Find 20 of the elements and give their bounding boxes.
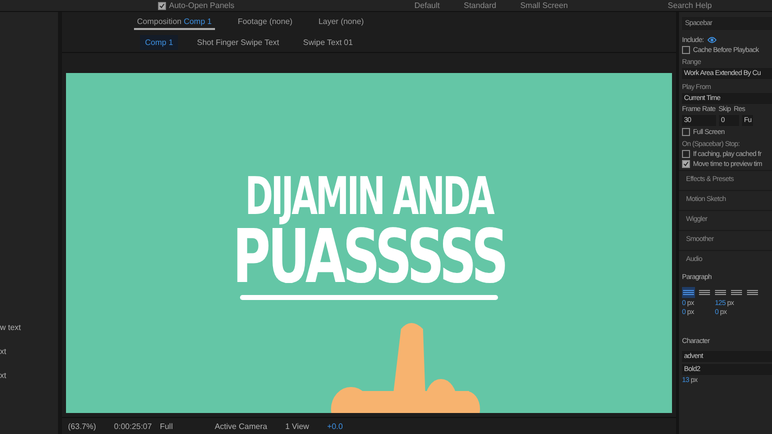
breadcrumb[interactable]: Shot Finger Swipe Text	[192, 34, 284, 50]
camera-dropdown[interactable]: Active Camera	[214, 422, 278, 430]
panel-tab[interactable]: Layer (none)	[315, 14, 367, 30]
zoom-dropdown[interactable]: (63.7%)	[68, 422, 106, 430]
panel-tab[interactable]: Footage (none)	[234, 14, 296, 30]
workspace-tab[interactable]: Standard	[464, 1, 496, 10]
layer-name[interactable]: xt	[0, 364, 58, 388]
timecode[interactable]: 0:00:25:07	[114, 422, 152, 430]
workspace-tab[interactable]: Small Screen	[520, 1, 568, 10]
search-field[interactable]: Search Help	[668, 1, 712, 10]
checkbox-label: Auto-Open Panels	[169, 1, 234, 10]
breadcrumb[interactable]: Swipe Text 01	[298, 34, 358, 50]
resolution-dropdown[interactable]: Full	[160, 422, 207, 430]
workspace-tab[interactable]: Default	[414, 1, 440, 10]
panel-tab[interactable]: Composition Comp 1	[134, 14, 215, 30]
layer-name[interactable]: w text	[0, 316, 58, 340]
layer-name[interactable]: xt	[0, 340, 58, 364]
view-dropdown[interactable]: 1 View	[285, 422, 320, 430]
breadcrumb[interactable]: Comp 1	[140, 34, 178, 50]
exposure-value[interactable]: +0.0	[327, 422, 343, 430]
